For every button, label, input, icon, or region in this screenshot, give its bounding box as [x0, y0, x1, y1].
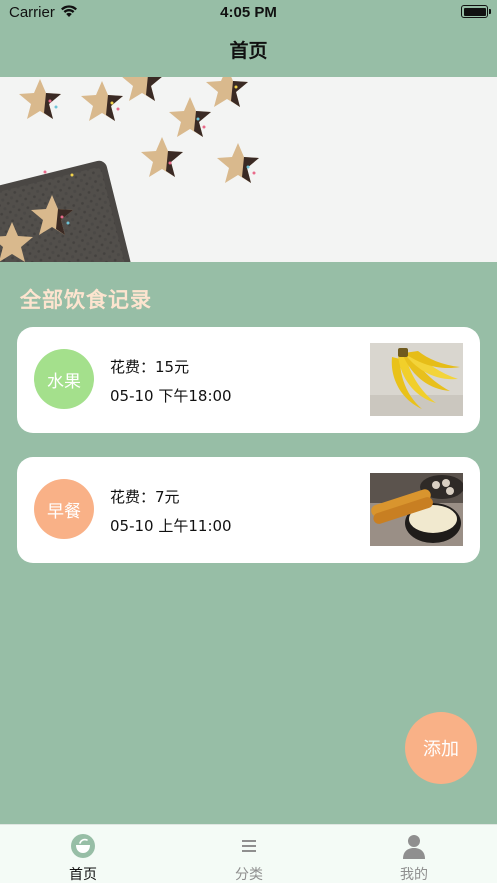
category-badge: 早餐 [34, 479, 94, 539]
breakfast-thumbnail [370, 473, 463, 546]
page-title: 首页 [229, 40, 268, 62]
status-time: 4:05 PM [220, 4, 277, 21]
person-icon [403, 835, 425, 859]
tab-bar: 首页 分类 我的 [0, 824, 497, 883]
tab-mine[interactable]: 我的 [331, 825, 497, 883]
add-button[interactable]: 添加 [405, 712, 477, 784]
tab-label: 分类 [235, 867, 263, 883]
record-card[interactable]: 水果 花费：15元 05-10 下午18:00 [17, 327, 480, 433]
tab-label: 首页 [69, 867, 97, 883]
list-icon [242, 840, 256, 852]
record-cost: 花费：7元 [110, 488, 180, 506]
tab-label: 我的 [400, 867, 428, 883]
record-cost: 花费：15元 [110, 358, 190, 376]
record-time: 05-10 上午11:00 [110, 517, 232, 535]
section-title: 全部饮食记录 [20, 288, 152, 312]
home-bowl-icon [71, 834, 95, 858]
record-card[interactable]: 早餐 花费：7元 05-10 上午11:00 [17, 457, 480, 563]
record-time: 05-10 下午18:00 [110, 387, 232, 405]
banner-image [0, 77, 497, 262]
battery-icon [461, 5, 491, 18]
tab-category[interactable]: 分类 [166, 825, 332, 883]
category-badge: 水果 [34, 349, 94, 409]
status-bar: Carrier 4:05 PM [0, 0, 497, 26]
banana-thumbnail [370, 343, 463, 416]
tab-home[interactable]: 首页 [0, 825, 166, 883]
